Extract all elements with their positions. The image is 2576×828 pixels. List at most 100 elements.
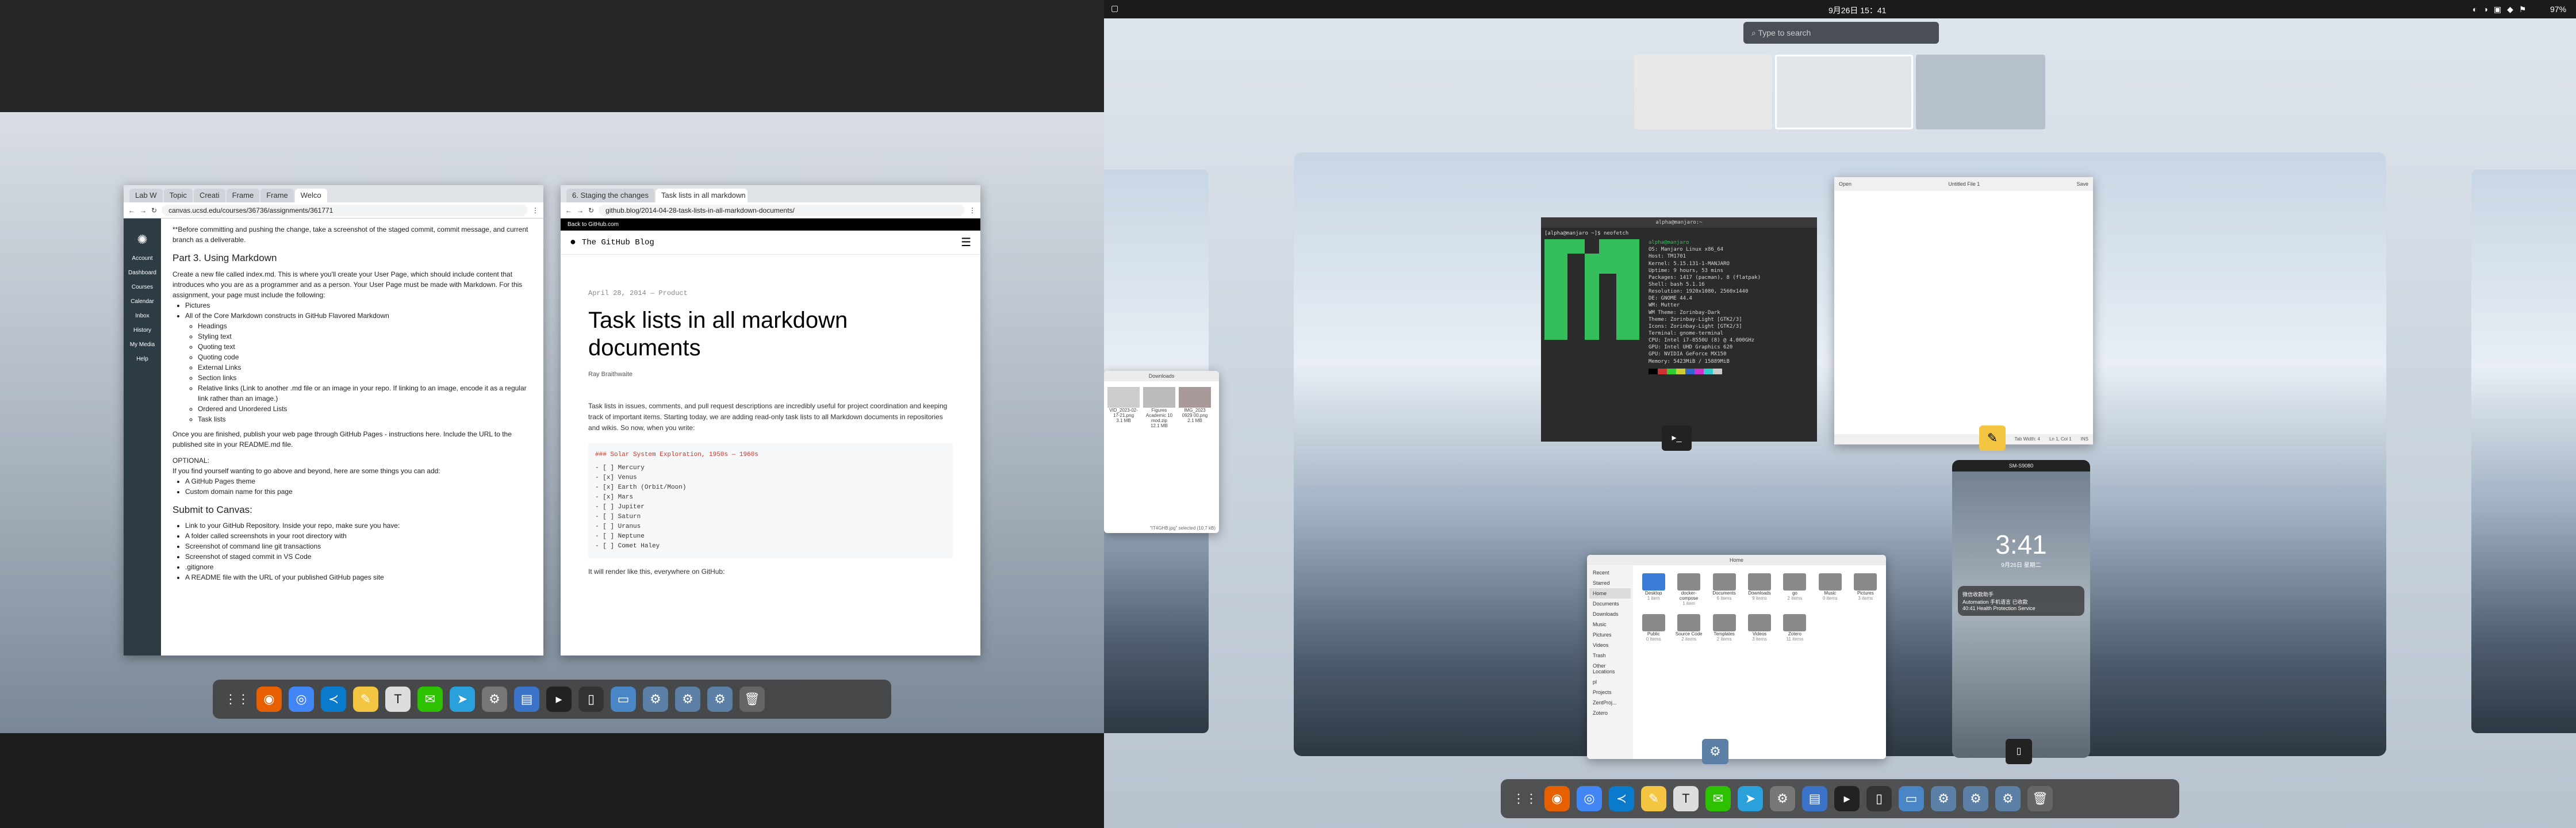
wechat-icon[interactable]: ✉ <box>1705 786 1731 811</box>
sidebar-item[interactable]: Help <box>124 356 161 362</box>
wechat-icon[interactable]: ✉ <box>417 687 443 712</box>
sidebar-item[interactable]: Other Locations <box>1589 661 1631 677</box>
reload-icon[interactable]: ↻ <box>588 206 594 214</box>
address-field[interactable]: github.blog/2014-04-28-task-lists-in-all… <box>599 204 964 216</box>
file-item[interactable]: VID_2023-02-17-21.png 3.1 MB <box>1107 387 1140 428</box>
sidebar-item[interactable]: Trash <box>1589 650 1631 661</box>
bookmark[interactable]: Zotero <box>1589 708 1631 718</box>
search-input[interactable]: ⌕ Type to search <box>1743 22 1939 44</box>
menu-icon[interactable]: ⋮ <box>532 206 539 214</box>
forward-icon[interactable]: → <box>140 206 147 214</box>
sidebar-item[interactable]: My Media <box>124 342 161 348</box>
sidebar-item[interactable]: Home <box>1589 588 1631 599</box>
gear-icon[interactable]: ⚙ <box>1963 786 1988 811</box>
forward-icon[interactable]: → <box>577 206 584 214</box>
canvas-browser-window[interactable]: Lab W Topic Creati Frame Frame Welco ← →… <box>124 185 543 656</box>
notes-icon[interactable]: ✎ <box>1641 786 1666 811</box>
tab[interactable]: Frame <box>226 189 260 202</box>
terminal-icon[interactable]: ▸ <box>546 687 572 712</box>
folder-item[interactable]: Music 0 items <box>1814 573 1846 606</box>
battery-percent[interactable]: 97% <box>2550 5 2566 14</box>
notes-app-icon[interactable]: ✎ <box>1979 425 2006 451</box>
back-icon[interactable]: ← <box>565 206 572 214</box>
author[interactable]: Ray Braithwaite <box>588 371 953 378</box>
tab[interactable]: Lab W <box>129 189 163 202</box>
terminal-window[interactable]: alpha@manjaro:~ [alpha@manjaro ~]$ neofe… <box>1541 217 1817 442</box>
bookmark[interactable]: ZentProj... <box>1589 697 1631 708</box>
folder-item[interactable]: Zotero 11 items <box>1779 614 1811 642</box>
open-button[interactable]: Open <box>1839 181 1851 187</box>
tab-active[interactable]: Task lists in all markdown <box>656 189 747 202</box>
telegram-icon[interactable]: ➤ <box>1738 786 1763 811</box>
sidebar-item[interactable]: Account <box>124 255 161 262</box>
sidebar-item[interactable]: History <box>124 327 161 334</box>
canvas-logo-icon[interactable]: ✺ <box>124 232 161 247</box>
sidebar-item[interactable]: Courses <box>124 284 161 290</box>
tray-icons[interactable]: ◐◑▣◆⚑ <box>2472 5 2532 14</box>
folder-item[interactable]: Videos 3 items <box>1743 614 1775 642</box>
phone-icon[interactable]: ▯ <box>578 687 604 712</box>
screen-icon[interactable]: ▭ <box>1899 786 1924 811</box>
telegram-icon[interactable]: ➤ <box>450 687 475 712</box>
blog-name[interactable]: The GitHub Blog <box>582 238 654 247</box>
notes-icon[interactable]: ✎ <box>353 687 378 712</box>
text-editor-icon[interactable]: T <box>1673 786 1699 811</box>
firefox-icon[interactable]: ◉ <box>1544 786 1570 811</box>
reload-icon[interactable]: ↻ <box>151 206 157 214</box>
sidebar-item[interactable]: Pictures <box>1589 630 1631 640</box>
folder-item[interactable]: Downloads 9 items <box>1743 573 1775 606</box>
vscode-icon[interactable]: ≺ <box>321 687 346 712</box>
settings-icon[interactable]: ⚙ <box>482 687 507 712</box>
menu-icon[interactable]: ⋮ <box>969 206 976 214</box>
workspace-preview-right[interactable] <box>2471 170 2576 733</box>
bookmark[interactable]: pl <box>1589 677 1631 687</box>
document-icon[interactable]: ▤ <box>514 687 539 712</box>
phone-mirror-window[interactable]: SM-S9080 3:41 9月26日 星期二 微信收款助手 Automatio… <box>1952 460 2090 758</box>
apps-grid-icon[interactable]: ⋮⋮ <box>1512 786 1538 811</box>
cursor-position[interactable]: Ln 1, Col 1 <box>2049 436 2072 442</box>
vscode-icon[interactable]: ≺ <box>1609 786 1634 811</box>
workspace-thumbnail[interactable] <box>1634 55 1772 129</box>
firefox-icon[interactable]: ◉ <box>256 687 282 712</box>
sidebar-item[interactable]: Calendar <box>124 298 161 305</box>
text-editor-icon[interactable]: T <box>385 687 411 712</box>
sidebar-item[interactable]: Videos <box>1589 640 1631 650</box>
phone-app-icon[interactable]: ▯ <box>2006 739 2032 764</box>
folder-item[interactable]: Public 0 items <box>1638 614 1669 642</box>
phone-icon[interactable]: ▯ <box>1866 786 1892 811</box>
sidebar-item[interactable]: Dashboard <box>124 270 161 276</box>
sidebar-item[interactable]: Downloads <box>1589 609 1631 619</box>
sidebar-item[interactable]: Music <box>1589 619 1631 630</box>
gear-icon[interactable]: ⚙ <box>1931 786 1956 811</box>
sidebar-item[interactable]: Documents <box>1589 599 1631 609</box>
sidebar-item[interactable]: Starred <box>1589 578 1631 588</box>
gear-icon[interactable]: ⚙ <box>707 687 733 712</box>
file-item[interactable]: IMG_2023 0929 00.png 2.1 MB <box>1179 387 1211 428</box>
folder-item[interactable]: Templates 2 items <box>1708 614 1740 642</box>
tab[interactable]: Creati <box>193 189 225 202</box>
text-editor-window[interactable]: Open Untitled File 1 Save Tab Width: 4 L… <box>1834 177 2093 444</box>
document-icon[interactable]: ▤ <box>1802 786 1827 811</box>
workspace-thumbnail-current[interactable] <box>1775 55 1913 129</box>
save-button[interactable]: Save <box>2076 181 2088 187</box>
gear-icon[interactable]: ⚙ <box>675 687 700 712</box>
tab[interactable]: Topic <box>163 189 193 202</box>
folder-item[interactable]: go 2 items <box>1779 573 1811 606</box>
apps-grid-icon[interactable]: ⋮⋮ <box>224 687 250 712</box>
screen-icon[interactable]: ▭ <box>611 687 636 712</box>
phone-notification[interactable]: 微信收款助手 Automation 手机语言 已收款 40:41 Health … <box>1958 586 2084 616</box>
chrome-icon[interactable]: ◎ <box>1577 786 1602 811</box>
gear-icon[interactable]: ⚙ <box>643 687 668 712</box>
settings-icon[interactable]: ⚙ <box>1770 786 1795 811</box>
folder-item[interactable]: Source Code 2 items <box>1673 614 1704 642</box>
folder-item[interactable]: docker-compose 1 item <box>1673 573 1704 606</box>
github-logo-icon[interactable]: ● <box>570 237 576 248</box>
file-item[interactable]: Figures Academic 10 mod.zip 12.1 MB <box>1143 387 1175 428</box>
folder-item[interactable]: Pictures 3 items <box>1850 573 1881 606</box>
github-blog-window[interactable]: 6. Staging the changes Task lists in all… <box>561 185 980 656</box>
trash-icon[interactable]: 🗑 <box>739 687 765 712</box>
sidebar-item[interactable]: Inbox <box>124 313 161 319</box>
terminal-icon[interactable]: ▸ <box>1834 786 1860 811</box>
trash-icon[interactable]: 🗑 <box>2027 786 2053 811</box>
hamburger-icon[interactable]: ☰ <box>961 235 971 250</box>
